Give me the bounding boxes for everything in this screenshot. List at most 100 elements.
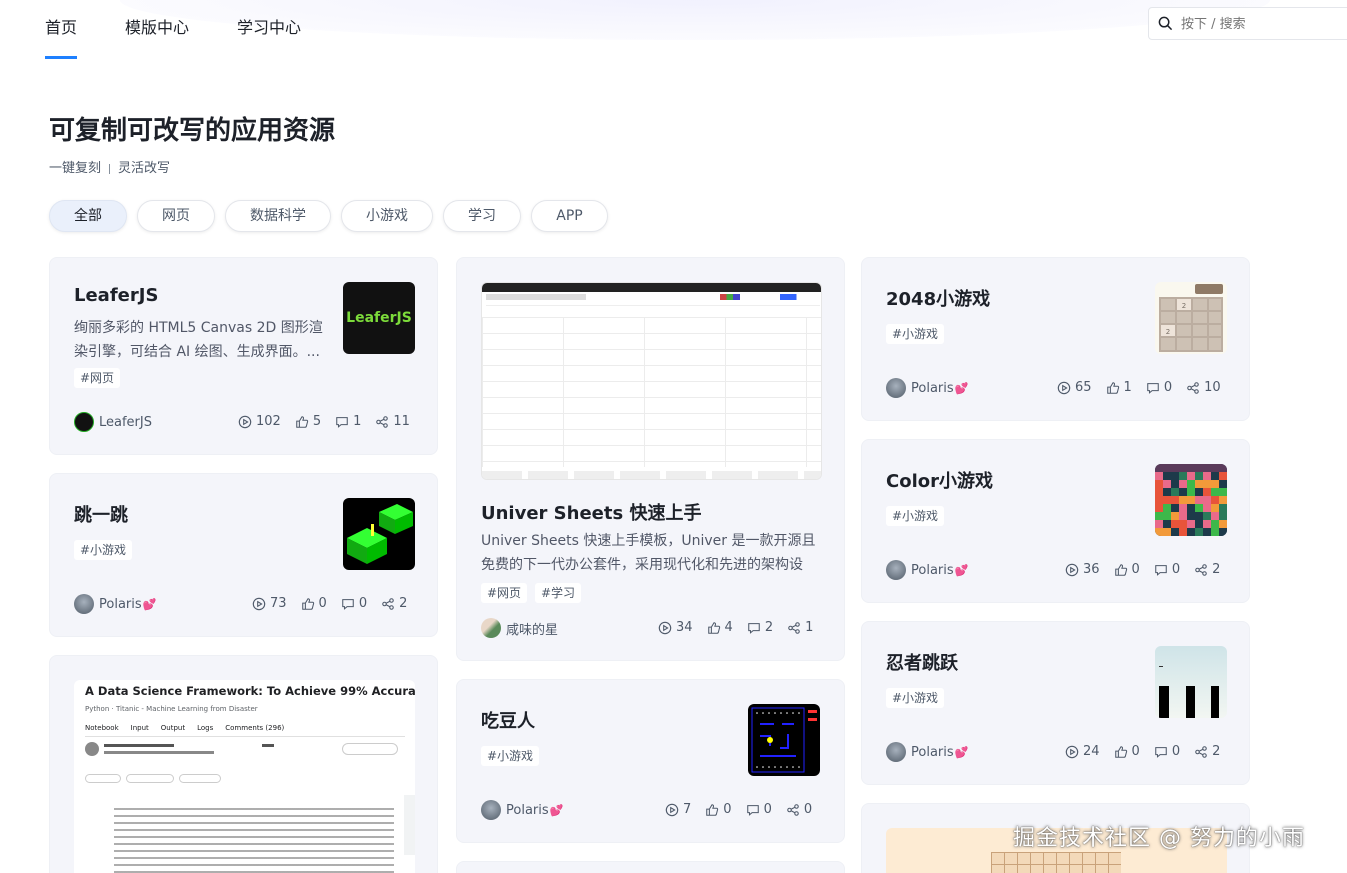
color-game-thumbnail [1155,464,1227,536]
like-icon[interactable] [1114,563,1128,577]
card-jump[interactable]: 跳一跳 #小游戏 Polaris 💕 73 0 0 2 [49,473,438,637]
card-color-game[interactable]: Color小游戏 #小游戏 Polaris 💕 36 0 0 2 [861,439,1250,603]
views-icon [1065,563,1079,576]
views-count: 102 [256,414,281,429]
like-icon[interactable] [1114,745,1128,759]
search-input[interactable] [1181,14,1341,34]
filter-learning[interactable]: 学习 [443,200,521,232]
filter-mini-game[interactable]: 小游戏 [341,200,433,232]
comments-count: 1 [353,414,362,429]
card-tag[interactable]: #小游戏 [886,506,945,526]
card-stats: 73 0 0 2 [252,596,407,611]
comments-count: 0 [1171,744,1181,759]
card-thumbnail: A Data Science Framework: To Achieve 99%… [74,680,415,873]
search-box[interactable] [1148,7,1347,40]
card-tag[interactable]: #小游戏 [481,746,540,766]
card-title: 吃豆人 [481,711,535,732]
card-author[interactable]: Polaris 💕 [886,742,968,762]
card-author[interactable]: Polaris 💕 [886,378,968,398]
fork-icon[interactable] [1194,563,1208,577]
like-icon[interactable] [707,621,721,635]
like-icon[interactable] [301,597,315,611]
views-icon [665,803,679,816]
avatar [886,560,906,580]
avatar [481,800,501,820]
tab-home[interactable]: 首页 [45,14,78,59]
notebook-tab: Comments (296) [225,724,285,732]
jump-game-thumbnail [347,504,413,564]
card-thumbnail [481,282,822,480]
fork-icon[interactable] [375,415,389,429]
card-author[interactable]: 咸味的星 [481,618,558,638]
filter-web[interactable]: 网页 [137,200,215,232]
card-tag[interactable]: #小游戏 [886,324,945,344]
fork-icon[interactable] [381,597,395,611]
tab-learning[interactable]: 学习中心 [237,14,301,38]
avatar [481,618,501,638]
fork-icon[interactable] [1186,381,1200,395]
forks-count: 2 [1212,744,1221,759]
heart-emoji: 💕 [954,745,969,759]
card-tag[interactable]: #学习 [535,583,582,603]
views-icon [1065,745,1079,758]
views-count: 73 [270,596,287,611]
card-partial[interactable] [456,861,845,873]
card-tag[interactable]: #小游戏 [886,688,945,708]
card-pacman[interactable]: 吃豆人 #小游戏 Polaris 💕 7 0 0 0 [456,679,845,843]
filter-data-science[interactable]: 数据科学 [225,200,331,232]
card-title: Color小游戏 [886,471,993,492]
card-title: 跳一跳 [74,505,128,526]
filter-app[interactable]: APP [531,200,608,232]
like-icon[interactable] [295,415,309,429]
card-thumbnail [343,498,415,570]
card-title: 忍者跳跃 [886,653,958,674]
comment-icon[interactable] [746,803,760,817]
heart-emoji: 💕 [954,563,969,577]
views-icon [238,415,252,428]
card-thumbnail [1155,464,1227,536]
author-name: Polaris [911,744,954,760]
notebook-subtitle: Python · Titanic - Machine Learning from… [85,705,258,713]
card-univer[interactable]: Univer Sheets 快速上手 Univer Sheets 快速上手模板，… [456,257,845,661]
views-count: 34 [676,620,693,635]
fork-icon[interactable] [786,803,800,817]
filter-all[interactable]: 全部 [49,200,127,232]
comment-icon[interactable] [1154,563,1168,577]
fork-icon[interactable] [1194,745,1208,759]
card-ninja-jump[interactable]: 忍者跳跃 #小游戏 Polaris 💕 24 0 0 2 [861,621,1250,785]
card-2048[interactable]: 2048小游戏 #小游戏 22 Polaris 💕 65 1 0 10 [861,257,1250,421]
comment-icon[interactable] [341,597,355,611]
comments-count: 0 [1171,562,1181,577]
card-title: Univer Sheets 快速上手 [481,503,702,524]
card-title: LeaferJS [74,285,159,306]
card-stats: 24 0 0 2 [1065,744,1220,759]
author-name: Polaris [99,596,142,612]
like-icon[interactable] [705,803,719,817]
likes-count: 1 [1123,380,1132,395]
views-count: 36 [1083,562,1100,577]
card-data-science[interactable]: A Data Science Framework: To Achieve 99%… [49,655,438,873]
card-tag[interactable]: #网页 [481,583,528,603]
comment-icon[interactable] [1146,381,1160,395]
card-author[interactable]: Polaris 💕 [481,800,563,820]
card-author[interactable]: LeaferJS [74,412,152,432]
author-name: 咸味的星 [506,622,559,638]
likes-count: 0 [318,596,327,611]
card-author[interactable]: Polaris 💕 [886,560,968,580]
comment-icon[interactable] [335,415,349,429]
card-stats: 36 0 0 2 [1065,562,1220,577]
card-tag[interactable]: #小游戏 [74,540,133,560]
comment-icon[interactable] [747,621,761,635]
comment-icon[interactable] [1154,745,1168,759]
like-icon[interactable] [1106,381,1120,395]
card-leaferjs[interactable]: LeaferJS 绚丽多彩的 HTML5 Canvas 2D 图形渲染引擎，可结… [49,257,438,455]
card-tag[interactable]: #网页 [74,368,121,388]
page-title: 可复制可改写的应用资源 [49,116,336,146]
tab-templates[interactable]: 模版中心 [125,14,189,38]
likes-count: 0 [1131,562,1140,577]
notebook-tabs: Notebook Input Output Logs Comments (296) [85,724,284,732]
fork-icon[interactable] [787,621,801,635]
card-author[interactable]: Polaris 💕 [74,594,156,614]
author-name: Polaris [506,802,549,818]
notebook-tab: Input [130,724,149,732]
